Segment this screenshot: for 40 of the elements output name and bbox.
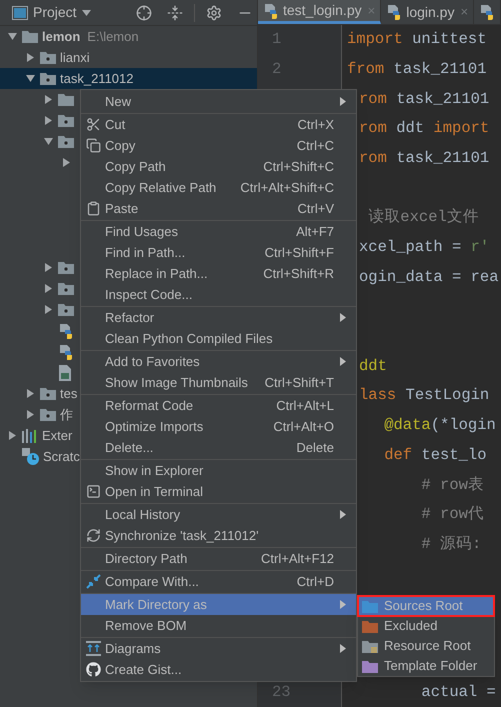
shortcut-label: Ctrl+D [296,572,334,591]
tab-label: test_login.py [283,1,362,20]
shortcut-label: Ctrl+V [298,200,334,218]
tree-path: E:\lemon [87,28,139,46]
code-line: import unittest [347,29,488,50]
tab-label: login.py [406,2,454,22]
tree-label: Exter [42,426,72,445]
tree-label: lemon [42,28,80,46]
code-line: # row表 [420,474,485,496]
shortcut-label: Ctrl+C [296,136,334,155]
shortcut-label: Ctrl+Shift+R [263,264,334,283]
shortcut-label: Delete [296,438,334,457]
shortcut-label: Ctrl+Shift+C [263,158,334,176]
code-line: ddt [358,356,388,377]
shortcut-label: Ctrl+X [298,116,334,134]
code-line: def test_lo [383,444,488,466]
tree-label: 作 [60,406,73,424]
code-line: lass TestLogin [358,385,490,406]
shortcut-label: Alt+F7 [296,222,334,241]
code-line: rom task_21101 [358,88,490,110]
code-line: # 源码: [420,534,482,555]
tree-label: tes [60,384,78,403]
code-line: # row代 [420,504,485,526]
shortcut-label: Ctrl+Alt+O [273,418,334,436]
code-line: rom task_21101 [358,148,490,169]
code-line: @data(*login [383,415,497,436]
code-line: ogin_data = rea [358,266,499,288]
tree-label: Scratc [43,448,80,466]
shortcut-label: Ctrl+Alt+L [276,396,334,415]
tree-label: task_211012 [60,70,134,88]
code-line: actual = [420,682,497,704]
shortcut-label: Ctrl+Shift+F [264,244,334,262]
code-line: rom ddt import [358,118,490,140]
shortcut-label: Ctrl+Shift+T [264,374,334,392]
code-line: 读取excel文件 [367,207,480,228]
shortcut-label: Ctrl+Alt+Shift+C [240,178,334,197]
code-line: from task_21101 [347,58,488,80]
code-line: xcel_path = r' [358,237,490,258]
tree-label: lianxi [60,48,90,67]
shortcut-label: Ctrl+Alt+F12 [261,550,334,568]
